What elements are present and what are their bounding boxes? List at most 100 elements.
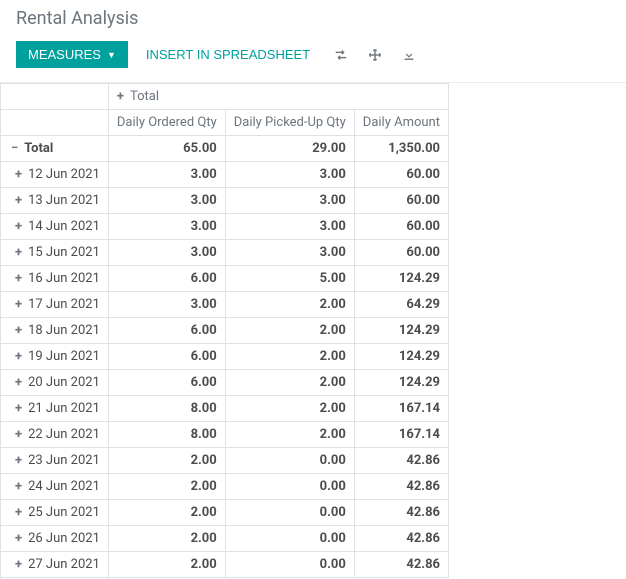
cell: 6.00 xyxy=(108,318,225,344)
cell: 124.29 xyxy=(354,266,448,292)
row-label[interactable]: +21 Jun 2021 xyxy=(1,396,109,422)
cell: 64.29 xyxy=(354,292,448,318)
corner-cell-2 xyxy=(1,110,109,136)
row-label[interactable]: +18 Jun 2021 xyxy=(1,318,109,344)
table-row[interactable]: +24 Jun 20212.000.0042.86 xyxy=(1,474,449,500)
cell: 2.00 xyxy=(108,474,225,500)
row-label[interactable]: +22 Jun 2021 xyxy=(1,422,109,448)
toolbar-icons xyxy=(334,48,416,62)
table-row[interactable]: +14 Jun 20213.003.0060.00 xyxy=(1,214,449,240)
download-icon[interactable] xyxy=(402,48,416,62)
row-label[interactable]: +25 Jun 2021 xyxy=(1,500,109,526)
measure-header-amount[interactable]: Daily Amount xyxy=(354,110,448,136)
cell: 2.00 xyxy=(225,292,354,318)
cell: 3.00 xyxy=(108,188,225,214)
plus-icon: + xyxy=(15,401,22,416)
table-row[interactable]: +12 Jun 20213.003.0060.00 xyxy=(1,162,449,188)
corner-cell xyxy=(1,84,109,110)
expand-all-icon[interactable] xyxy=(368,48,382,62)
total-row[interactable]: −Total 65.00 29.00 1,350.00 xyxy=(1,136,449,162)
row-label[interactable]: +24 Jun 2021 xyxy=(1,474,109,500)
cell: 0.00 xyxy=(225,500,354,526)
total-row-label[interactable]: −Total xyxy=(1,136,109,162)
table-row[interactable]: +17 Jun 20213.002.0064.29 xyxy=(1,292,449,318)
row-label[interactable]: +14 Jun 2021 xyxy=(1,214,109,240)
row-label[interactable]: +19 Jun 2021 xyxy=(1,344,109,370)
plus-icon: + xyxy=(15,453,22,468)
cell: 124.29 xyxy=(354,318,448,344)
cell: 2.00 xyxy=(225,344,354,370)
cell: 2.00 xyxy=(225,396,354,422)
measures-button[interactable]: MEASURES ▼ xyxy=(16,41,128,68)
table-row[interactable]: +13 Jun 20213.003.0060.00 xyxy=(1,188,449,214)
row-label[interactable]: +12 Jun 2021 xyxy=(1,162,109,188)
pivot-body: −Total 65.00 29.00 1,350.00 +12 Jun 2021… xyxy=(1,136,449,578)
cell: 60.00 xyxy=(354,162,448,188)
pivot-table-wrapper: + Total Daily Ordered Qty Daily Picked-Up… xyxy=(0,83,626,578)
row-label[interactable]: +13 Jun 2021 xyxy=(1,188,109,214)
table-row[interactable]: +16 Jun 20216.005.00124.29 xyxy=(1,266,449,292)
row-label[interactable]: +27 Jun 2021 xyxy=(1,552,109,578)
table-row[interactable]: +22 Jun 20218.002.00167.14 xyxy=(1,422,449,448)
plus-icon: + xyxy=(15,427,22,442)
table-row[interactable]: +21 Jun 20218.002.00167.14 xyxy=(1,396,449,422)
cell: 3.00 xyxy=(225,240,354,266)
flip-axis-icon[interactable] xyxy=(334,48,348,62)
row-label[interactable]: +20 Jun 2021 xyxy=(1,370,109,396)
plus-icon: + xyxy=(117,89,124,104)
cell: 42.86 xyxy=(354,500,448,526)
cell: 0.00 xyxy=(225,526,354,552)
plus-icon: + xyxy=(15,297,22,312)
row-label[interactable]: +26 Jun 2021 xyxy=(1,526,109,552)
table-row[interactable]: +18 Jun 20216.002.00124.29 xyxy=(1,318,449,344)
cell: 8.00 xyxy=(108,396,225,422)
cell: 2.00 xyxy=(108,526,225,552)
cell: 2.00 xyxy=(225,318,354,344)
minus-icon: − xyxy=(11,141,18,156)
measure-header-picked[interactable]: Daily Picked-Up Qty xyxy=(225,110,354,136)
table-row[interactable]: +26 Jun 20212.000.0042.86 xyxy=(1,526,449,552)
plus-icon: + xyxy=(15,219,22,234)
table-row[interactable]: +25 Jun 20212.000.0042.86 xyxy=(1,500,449,526)
cell: 60.00 xyxy=(354,240,448,266)
measure-header-ordered[interactable]: Daily Ordered Qty xyxy=(108,110,225,136)
page-title: Rental Analysis xyxy=(0,0,626,33)
cell: 2.00 xyxy=(108,448,225,474)
cell: 5.00 xyxy=(225,266,354,292)
cell: 0.00 xyxy=(225,552,354,578)
total-picked: 29.00 xyxy=(225,136,354,162)
table-row[interactable]: +20 Jun 20216.002.00124.29 xyxy=(1,370,449,396)
column-total-header[interactable]: + Total xyxy=(108,84,448,110)
plus-icon: + xyxy=(15,557,22,572)
total-header-label: Total xyxy=(130,89,159,104)
table-row[interactable]: +19 Jun 20216.002.00124.29 xyxy=(1,344,449,370)
cell: 6.00 xyxy=(108,266,225,292)
table-row[interactable]: +27 Jun 20212.000.0042.86 xyxy=(1,552,449,578)
row-label[interactable]: +23 Jun 2021 xyxy=(1,448,109,474)
cell: 42.86 xyxy=(354,474,448,500)
pivot-table: + Total Daily Ordered Qty Daily Picked-Up… xyxy=(0,83,449,578)
insert-spreadsheet-button[interactable]: INSERT IN SPREADSHEET xyxy=(142,41,314,68)
total-ordered: 65.00 xyxy=(108,136,225,162)
cell: 6.00 xyxy=(108,344,225,370)
table-row[interactable]: +23 Jun 20212.000.0042.86 xyxy=(1,448,449,474)
row-label[interactable]: +16 Jun 2021 xyxy=(1,266,109,292)
cell: 2.00 xyxy=(225,370,354,396)
cell: 3.00 xyxy=(225,188,354,214)
plus-icon: + xyxy=(15,271,22,286)
cell: 167.14 xyxy=(354,396,448,422)
cell: 3.00 xyxy=(225,162,354,188)
cell: 167.14 xyxy=(354,422,448,448)
caret-down-icon: ▼ xyxy=(107,50,116,60)
cell: 8.00 xyxy=(108,422,225,448)
plus-icon: + xyxy=(15,349,22,364)
cell: 42.86 xyxy=(354,526,448,552)
plus-icon: + xyxy=(15,479,22,494)
plus-icon: + xyxy=(15,505,22,520)
row-label[interactable]: +15 Jun 2021 xyxy=(1,240,109,266)
table-row[interactable]: +15 Jun 20213.003.0060.00 xyxy=(1,240,449,266)
plus-icon: + xyxy=(15,193,22,208)
cell: 60.00 xyxy=(354,214,448,240)
row-label[interactable]: +17 Jun 2021 xyxy=(1,292,109,318)
cell: 3.00 xyxy=(108,240,225,266)
